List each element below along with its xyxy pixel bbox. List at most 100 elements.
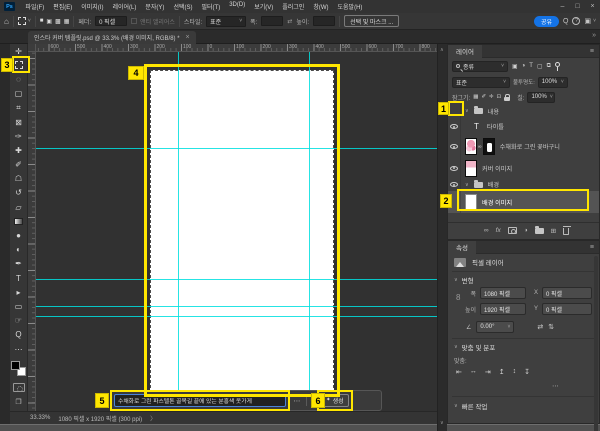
tab-properties[interactable]: 속성: [448, 240, 476, 254]
layer-row-title[interactable]: T 타이틀: [448, 118, 599, 135]
layer-row-background-image[interactable]: 배경 이미지: [448, 191, 599, 213]
zoom-level[interactable]: 33.33%: [30, 415, 50, 421]
visibility-toggle[interactable]: [448, 135, 461, 158]
layer-row-group-content[interactable]: ∨ 내용: [448, 104, 599, 118]
foreground-color-swatch[interactable]: [11, 361, 20, 371]
section-transform[interactable]: ∨ 변형: [454, 275, 474, 285]
align-center-v-icon[interactable]: ↕: [513, 368, 517, 376]
menu-item[interactable]: 레이어(L): [108, 2, 141, 11]
path-selection-tool[interactable]: ▸: [10, 285, 28, 299]
section-align-distribute[interactable]: ∨ 맞춤 및 분포: [454, 342, 495, 352]
filter-kind-dropdown[interactable]: 종류 ˅: [452, 60, 508, 72]
link-dimensions-icon[interactable]: 8: [456, 293, 460, 302]
new-layer-icon[interactable]: ⊞: [551, 227, 556, 235]
panel-menu-icon[interactable]: ≡: [590, 48, 594, 55]
blend-mode-dropdown[interactable]: 표준 ˅: [452, 76, 510, 88]
move-tool[interactable]: ✛: [10, 44, 28, 58]
layer-row-group-background[interactable]: ∨ 배경: [448, 178, 599, 191]
filter-smart-object-icon[interactable]: ⧉: [547, 63, 551, 70]
hand-tool[interactable]: ☞: [10, 314, 28, 328]
workspace-switcher[interactable]: ▣ ˅: [584, 17, 596, 25]
add-selection-icon[interactable]: ▣: [46, 18, 52, 25]
delete-layer-icon[interactable]: [562, 226, 571, 235]
type-tool[interactable]: T: [10, 271, 28, 285]
layer-row-flower-basket[interactable]: ∞ 수채화로 그린 꽃바구니: [448, 135, 599, 158]
y-input[interactable]: 0 픽셀: [542, 303, 593, 315]
visibility-toggle[interactable]: [448, 178, 461, 191]
tab-layers[interactable]: 레이어: [448, 44, 482, 58]
align-left-icon[interactable]: ⇤: [456, 368, 462, 376]
swap-dimensions-icon[interactable]: ⇄: [287, 18, 292, 25]
align-top-icon[interactable]: ↥: [499, 368, 505, 376]
height-input[interactable]: 1920 픽셀: [480, 303, 526, 315]
search-icon[interactable]: Q: [563, 18, 568, 25]
intersect-selection-icon[interactable]: ▦: [64, 18, 70, 25]
dock-scroll-down-icon[interactable]: ∨: [440, 420, 444, 426]
status-chevron-icon[interactable]: 〉: [150, 414, 156, 423]
layer-thumbnail[interactable]: [465, 138, 477, 155]
align-more-icon[interactable]: ⋯: [552, 382, 559, 390]
menu-item[interactable]: 문자(Y): [141, 2, 169, 11]
edit-toolbar-icon[interactable]: ⋯: [10, 342, 28, 356]
chevron-down-icon[interactable]: ∨: [465, 182, 469, 188]
layer-thumbnail[interactable]: [465, 193, 477, 211]
help-icon[interactable]: ?: [572, 17, 581, 25]
healing-brush-tool[interactable]: ✚: [10, 143, 28, 157]
tool-preset[interactable]: ˅: [17, 17, 31, 25]
horizontal-ruler[interactable]: 600 500 400 300 200 100 0 100 200 300 400 500 600 700…: [36, 44, 437, 52]
align-right-icon[interactable]: ⇥: [485, 368, 491, 376]
filter-pixel-icon[interactable]: ▣: [512, 63, 518, 70]
panel-menu-icon[interactable]: ≡: [590, 244, 594, 251]
visibility-toggle[interactable]: [448, 104, 461, 118]
chevron-down-icon[interactable]: ∨: [465, 108, 469, 114]
lock-position-icon[interactable]: ✛: [489, 94, 494, 100]
eraser-tool[interactable]: ▱: [10, 200, 28, 214]
crop-tool[interactable]: ⌗: [10, 101, 28, 115]
blur-tool[interactable]: ●: [10, 228, 28, 242]
align-center-h-icon[interactable]: ↔: [470, 368, 477, 376]
antialias-checkbox[interactable]: 앤티 앨리어스: [131, 17, 175, 26]
angle-dropdown[interactable]: 0.00° ˅: [476, 321, 515, 333]
menu-item[interactable]: 편집(E): [49, 2, 77, 11]
color-swatches[interactable]: [11, 361, 26, 377]
section-quick-actions[interactable]: ∨ 빠른 작업: [454, 401, 487, 411]
share-button[interactable]: 공유: [533, 15, 559, 27]
feather-input[interactable]: 0 픽셀: [95, 16, 128, 26]
menu-item[interactable]: 플러그인: [278, 2, 309, 11]
brush-tool[interactable]: ✐: [10, 158, 28, 172]
filter-type-icon[interactable]: T: [529, 63, 533, 69]
lock-all-icon[interactable]: [504, 93, 511, 101]
lock-transparency-icon[interactable]: ▦: [473, 94, 478, 100]
generate-button[interactable]: ✦ 생성: [321, 393, 349, 407]
prompt-input[interactable]: 수채화로 그린 파스텔톤 골목길 끝에 있는 분홍색 옷가게: [114, 393, 286, 407]
menu-item[interactable]: 창(W): [309, 2, 333, 11]
quick-mask-button[interactable]: [12, 383, 25, 393]
link-mask-icon[interactable]: ∞: [478, 144, 482, 150]
history-brush-tool[interactable]: ↺: [10, 186, 28, 200]
filter-adjustment-icon[interactable]: ◑: [522, 63, 526, 69]
layer-effects-icon[interactable]: fx: [496, 227, 501, 234]
menu-item[interactable]: 보기(V): [250, 2, 278, 11]
new-group-icon[interactable]: [534, 225, 544, 234]
opacity-dropdown[interactable]: 100% ˅: [537, 76, 568, 88]
close-button[interactable]: ×: [585, 1, 600, 12]
layer-mask-thumbnail[interactable]: [482, 138, 495, 155]
align-bottom-icon[interactable]: ↧: [524, 368, 530, 376]
menu-item[interactable]: 이미지(I): [77, 2, 108, 11]
link-layers-icon[interactable]: ∞: [484, 227, 489, 234]
width-input[interactable]: [261, 16, 284, 26]
more-options-button[interactable]: ⋯: [290, 397, 304, 405]
subtract-selection-icon[interactable]: ▩: [55, 18, 61, 25]
menu-item[interactable]: 파일(F): [21, 2, 49, 11]
menu-item[interactable]: 선택(S): [169, 2, 197, 11]
lock-artboard-icon[interactable]: ⊡: [497, 94, 502, 100]
eyedropper-tool[interactable]: ✑: [10, 129, 28, 143]
vertical-ruler[interactable]: [28, 52, 36, 411]
gradient-tool[interactable]: [10, 214, 28, 228]
layer-mask-icon[interactable]: [507, 227, 517, 234]
scrollbar[interactable]: [594, 256, 598, 431]
maximize-button[interactable]: □: [570, 1, 585, 12]
filter-shape-icon[interactable]: ▢: [537, 63, 543, 70]
clone-stamp-tool[interactable]: ☖: [10, 172, 28, 186]
shape-tool[interactable]: ▭: [10, 299, 28, 313]
